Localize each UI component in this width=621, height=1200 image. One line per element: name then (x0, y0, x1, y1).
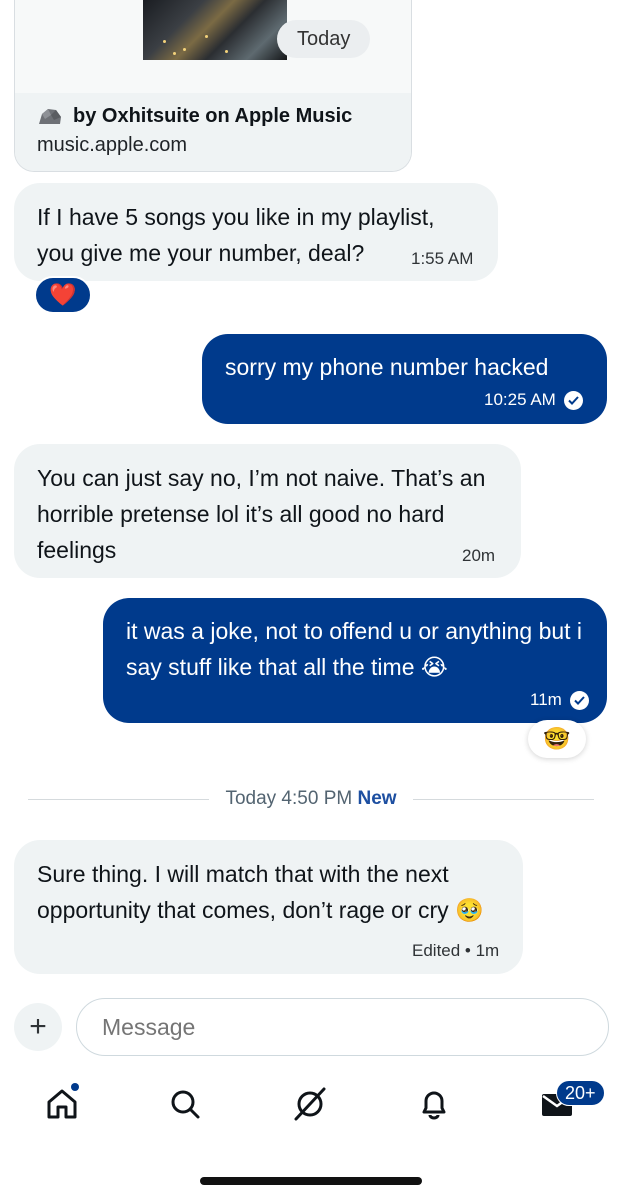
bottom-navigation (0, 1076, 621, 1140)
link-domain: music.apple.com (37, 134, 188, 156)
message-bubble-incoming[interactable]: If I have 5 songs you like in my playlis… (14, 183, 498, 281)
grok-icon[interactable] (290, 1084, 330, 1124)
message-bubble-outgoing[interactable]: it was a joke, not to offend u or anythi… (103, 598, 607, 723)
link-source: by Oxhitsuite on Apple Music (37, 105, 391, 128)
messages-badge: 20+ (556, 1080, 605, 1106)
message-timestamp: 20m (462, 546, 496, 565)
link-preview-media: Today (15, 0, 411, 93)
new-messages-divider: Today 4:50 PM New (28, 786, 595, 812)
divider-line (412, 798, 595, 800)
divider-line (28, 798, 210, 800)
message-text: Sure thing. I will match that with the n… (37, 861, 484, 923)
message-timestamp: 11m (530, 690, 562, 709)
album-artwork (143, 0, 287, 60)
new-label: New (357, 788, 397, 809)
message-timestamp: 1:55 AM (411, 249, 474, 268)
link-preview-card[interactable]: Today by Oxhitsuite on Apple Music music… (14, 0, 412, 172)
message-bubble-outgoing[interactable]: sorry my phone number hacked 10:25 AM (202, 334, 607, 424)
divider-label: Today 4:50 PM New (209, 788, 412, 810)
message-status: 10:25 AM (484, 390, 583, 410)
rock-emoji-icon (39, 108, 61, 124)
link-preview-meta: by Oxhitsuite on Apple Music music.apple… (15, 93, 411, 171)
message-timestamp: Edited • 1m (412, 941, 500, 960)
message-text: it was a joke, not to offend u or anythi… (126, 618, 583, 680)
link-source-text: by Oxhitsuite on Apple Music (73, 105, 353, 127)
divider-time: Today 4:50 PM (225, 788, 353, 809)
home-unread-dot (71, 1083, 79, 1091)
message-timestamp: 10:25 AM (484, 390, 556, 409)
add-attachment-button[interactable]: + (14, 1003, 62, 1051)
message-text: sorry my phone number hacked (225, 354, 549, 380)
heart-reaction[interactable]: ❤️ (34, 276, 92, 314)
message-input[interactable] (76, 998, 609, 1056)
nerd-face-reaction[interactable]: 🤓 (528, 720, 586, 758)
message-text: You can just say no, I’m not naive. That… (37, 465, 486, 563)
message-bubble-incoming[interactable]: You can just say no, I’m not naive. That… (14, 444, 521, 578)
sent-check-icon (563, 390, 583, 410)
sent-check-icon (569, 690, 589, 710)
date-pill: Today (277, 20, 371, 58)
message-bubble-incoming[interactable]: Sure thing. I will match that with the n… (14, 840, 523, 974)
home-indicator (200, 1177, 422, 1185)
notifications-icon[interactable] (414, 1084, 454, 1124)
search-icon[interactable] (165, 1084, 205, 1124)
message-status: 11m (530, 690, 589, 710)
